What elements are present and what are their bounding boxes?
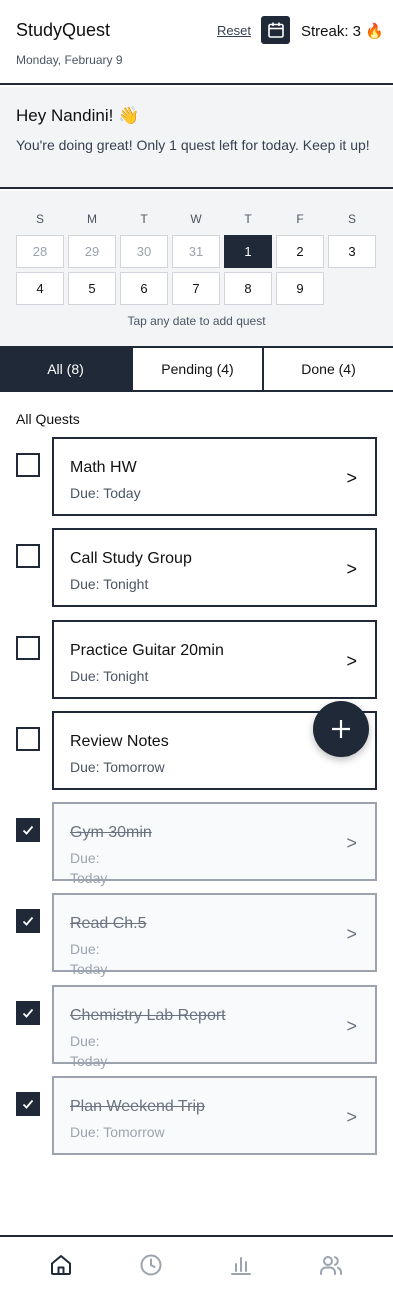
- weekday-label: T: [244, 212, 252, 226]
- plus-icon: [332, 720, 350, 738]
- quest-title: Chemistry Lab Report: [70, 1007, 226, 1024]
- calendar-button[interactable]: [261, 16, 290, 44]
- greeting-banner: Hey Nandini! 👋 You're doing great! Only …: [0, 87, 393, 189]
- calendar-icon: [267, 22, 284, 38]
- bar-chart-icon: [231, 1257, 251, 1275]
- calendar-hint: Tap any date to add quest: [127, 314, 266, 328]
- quest-title: Gym 30min: [70, 824, 152, 841]
- home-icon: [51, 1255, 71, 1275]
- quest-card-done[interactable]: Chemistry Lab Report Due: Today >: [52, 985, 377, 1069]
- quest-due: Due: Today: [70, 850, 108, 886]
- quest-checkbox-checked[interactable]: [16, 818, 40, 842]
- weekday-label: W: [190, 212, 202, 226]
- calendar-day[interactable]: 9: [276, 272, 324, 305]
- nav-home[interactable]: [49, 1253, 73, 1277]
- quest-due: Due: Today: [70, 941, 108, 977]
- chevron-right-icon: >: [346, 924, 357, 944]
- checkmark-icon: [22, 1099, 34, 1109]
- current-date: Monday, February 9: [16, 53, 123, 67]
- calendar-day[interactable]: 28: [16, 235, 64, 268]
- quest-due: Due: Tonight: [70, 576, 149, 592]
- quest-checkbox[interactable]: [16, 453, 40, 477]
- checkmark-icon: [22, 825, 34, 835]
- quest-title: Read Ch.5: [70, 915, 147, 932]
- quest-due: Due: Tomorrow: [70, 1124, 165, 1140]
- quest-card[interactable]: Practice Guitar 20min Due: Tonight >: [52, 620, 377, 699]
- quest-card[interactable]: Call Study Group Due: Tonight >: [52, 528, 377, 607]
- chevron-right-icon: >: [346, 1107, 357, 1127]
- calendar-day-selected[interactable]: 1: [224, 235, 272, 268]
- calendar-day[interactable]: 2: [276, 235, 324, 268]
- quest-title: Math HW: [70, 459, 137, 476]
- nav-stats[interactable]: [229, 1253, 253, 1277]
- clock-icon: [140, 1254, 162, 1276]
- calendar-day[interactable]: 8: [224, 272, 272, 305]
- calendar-day[interactable]: 30: [120, 235, 168, 268]
- weekday-label: F: [296, 212, 304, 226]
- chevron-right-icon: >: [346, 468, 357, 488]
- calendar-day[interactable]: 3: [328, 235, 376, 268]
- quest-checkbox[interactable]: [16, 636, 40, 660]
- quest-card-done[interactable]: Plan Weekend Trip Due: Tomorrow >: [52, 1076, 377, 1155]
- quest-title: Call Study Group: [70, 550, 192, 567]
- users-icon: [320, 1256, 342, 1275]
- tab-all[interactable]: All (8): [0, 348, 131, 390]
- calendar-day[interactable]: 7: [172, 272, 220, 305]
- quest-checkbox[interactable]: [16, 544, 40, 568]
- quest-checkbox-checked[interactable]: [16, 1092, 40, 1116]
- chevron-right-icon: >: [346, 651, 357, 671]
- chevron-right-icon: >: [346, 559, 357, 579]
- app-title: StudyQuest: [16, 20, 111, 40]
- quest-checkbox[interactable]: [16, 727, 40, 751]
- filter-tabs: All (8) Pending (4) Done (4): [0, 346, 393, 392]
- mini-calendar: S M T W T F S 28 29 30 31 1 2 3 4 5 6 7 …: [0, 191, 393, 346]
- greeting-message: You're doing great! Only 1 quest left fo…: [16, 137, 370, 153]
- tab-done[interactable]: Done (4): [262, 348, 393, 390]
- quest-checkbox-checked[interactable]: [16, 909, 40, 933]
- weekday-label: M: [87, 212, 97, 226]
- quest-card-done[interactable]: Gym 30min Due: Today >: [52, 802, 377, 886]
- quest-title: Review Notes: [70, 733, 169, 750]
- quest-checkbox-checked[interactable]: [16, 1001, 40, 1025]
- calendar-day[interactable]: 5: [68, 272, 116, 305]
- weekday-label: S: [347, 212, 356, 226]
- weekday-label: S: [35, 212, 44, 226]
- nav-friends[interactable]: [319, 1253, 343, 1277]
- quest-due: Due: Tonight: [70, 668, 149, 684]
- weekday-label: T: [140, 212, 148, 226]
- app-header: StudyQuest Monday, February 9 Reset Stre…: [0, 0, 393, 85]
- reset-link[interactable]: Reset: [217, 23, 251, 38]
- chevron-right-icon: >: [346, 1016, 357, 1036]
- quest-due: Due: Today: [70, 1033, 108, 1069]
- chevron-right-icon: >: [346, 833, 357, 853]
- quest-card-done[interactable]: Read Ch.5 Due: Today >: [52, 893, 377, 977]
- tab-pending[interactable]: Pending (4): [131, 348, 262, 390]
- quest-title: Practice Guitar 20min: [70, 642, 224, 659]
- nav-history[interactable]: [139, 1253, 163, 1277]
- calendar-day[interactable]: 29: [68, 235, 116, 268]
- streak-counter: Streak: 3 🔥: [301, 23, 384, 40]
- quest-title: Plan Weekend Trip: [70, 1098, 205, 1115]
- checkmark-icon: [22, 1008, 34, 1018]
- quest-due: Due: Today: [70, 485, 141, 501]
- quest-card[interactable]: Math HW Due: Today >: [52, 437, 377, 516]
- checkmark-icon: [22, 916, 34, 926]
- section-title: All Quests: [16, 411, 80, 427]
- add-quest-button[interactable]: [313, 701, 369, 757]
- bottom-navigation: [0, 1235, 393, 1293]
- quest-due: Due: Tomorrow: [70, 759, 165, 775]
- calendar-day[interactable]: 31: [172, 235, 220, 268]
- calendar-day[interactable]: 4: [16, 272, 64, 305]
- greeting-title: Hey Nandini! 👋: [16, 106, 140, 125]
- calendar-day[interactable]: 6: [120, 272, 168, 305]
